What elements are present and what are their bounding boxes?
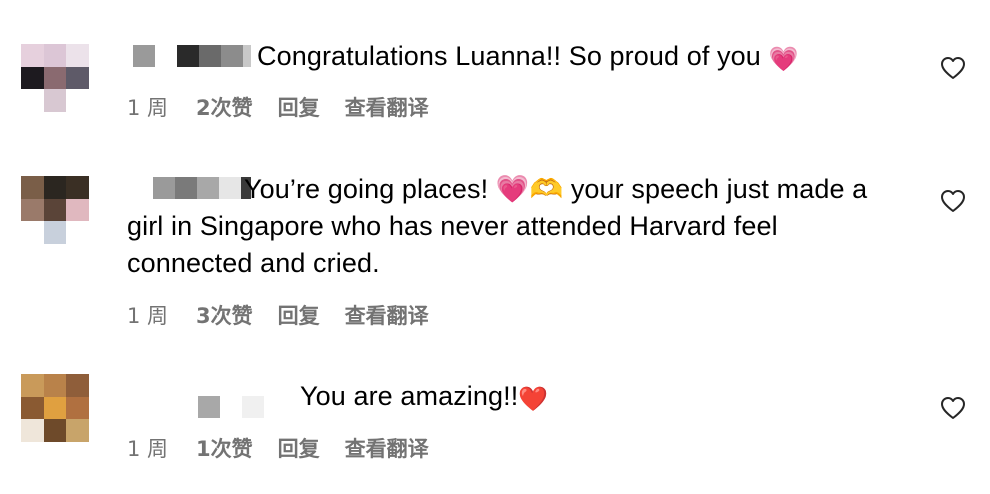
avatar[interactable] xyxy=(21,44,89,112)
reply-button[interactable]: 回复 xyxy=(278,92,320,122)
heart-outline-icon[interactable] xyxy=(940,189,966,213)
pink-heart-emoji: 💗 xyxy=(768,46,799,73)
comment-text: You are amazing!!❤️ xyxy=(300,381,549,413)
timestamp[interactable]: 1 周 xyxy=(127,92,168,122)
comment-text: Congratulations Luanna!! So proud of you… xyxy=(257,41,799,73)
comment-meta: 1 周 3次赞 回复 查看翻译 xyxy=(127,300,454,330)
username-redacted[interactable] xyxy=(153,177,251,199)
username-redacted[interactable] xyxy=(133,45,251,67)
likes-count[interactable]: 2次赞 xyxy=(196,92,253,122)
timestamp[interactable]: 1 周 xyxy=(127,433,168,463)
comment-line: You’re going places! 💗🫶 your speech just… xyxy=(244,174,868,204)
likes-count[interactable]: 1次赞 xyxy=(196,433,253,463)
username-redacted[interactable] xyxy=(198,396,264,418)
comment-line: connected and cried. xyxy=(127,248,380,278)
translate-button[interactable]: 查看翻译 xyxy=(345,433,429,463)
avatar[interactable] xyxy=(21,176,89,244)
avatar[interactable] xyxy=(21,374,89,442)
comment-item: You’re going places! 💗🫶 your speech just… xyxy=(0,150,990,360)
timestamp[interactable]: 1 周 xyxy=(127,300,168,330)
comment-item: Congratulations Luanna!! So proud of you… xyxy=(0,0,990,150)
heart-outline-icon[interactable] xyxy=(940,396,966,420)
red-heart-emoji: ❤️ xyxy=(518,386,549,413)
reply-button[interactable]: 回复 xyxy=(278,433,320,463)
comment-item: You are amazing!!❤️ 1 周 1次赞 回复 查看翻译 xyxy=(0,360,990,494)
comment-line: girl in Singapore who has never attended… xyxy=(127,211,778,241)
translate-button[interactable]: 查看翻译 xyxy=(345,92,429,122)
translate-button[interactable]: 查看翻译 xyxy=(345,300,429,330)
heart-outline-icon[interactable] xyxy=(940,56,966,80)
reply-button[interactable]: 回复 xyxy=(278,300,320,330)
comment-meta: 1 周 2次赞 回复 查看翻译 xyxy=(127,92,454,122)
likes-count[interactable]: 3次赞 xyxy=(196,300,253,330)
comment-meta: 1 周 1次赞 回复 查看翻译 xyxy=(127,433,454,463)
